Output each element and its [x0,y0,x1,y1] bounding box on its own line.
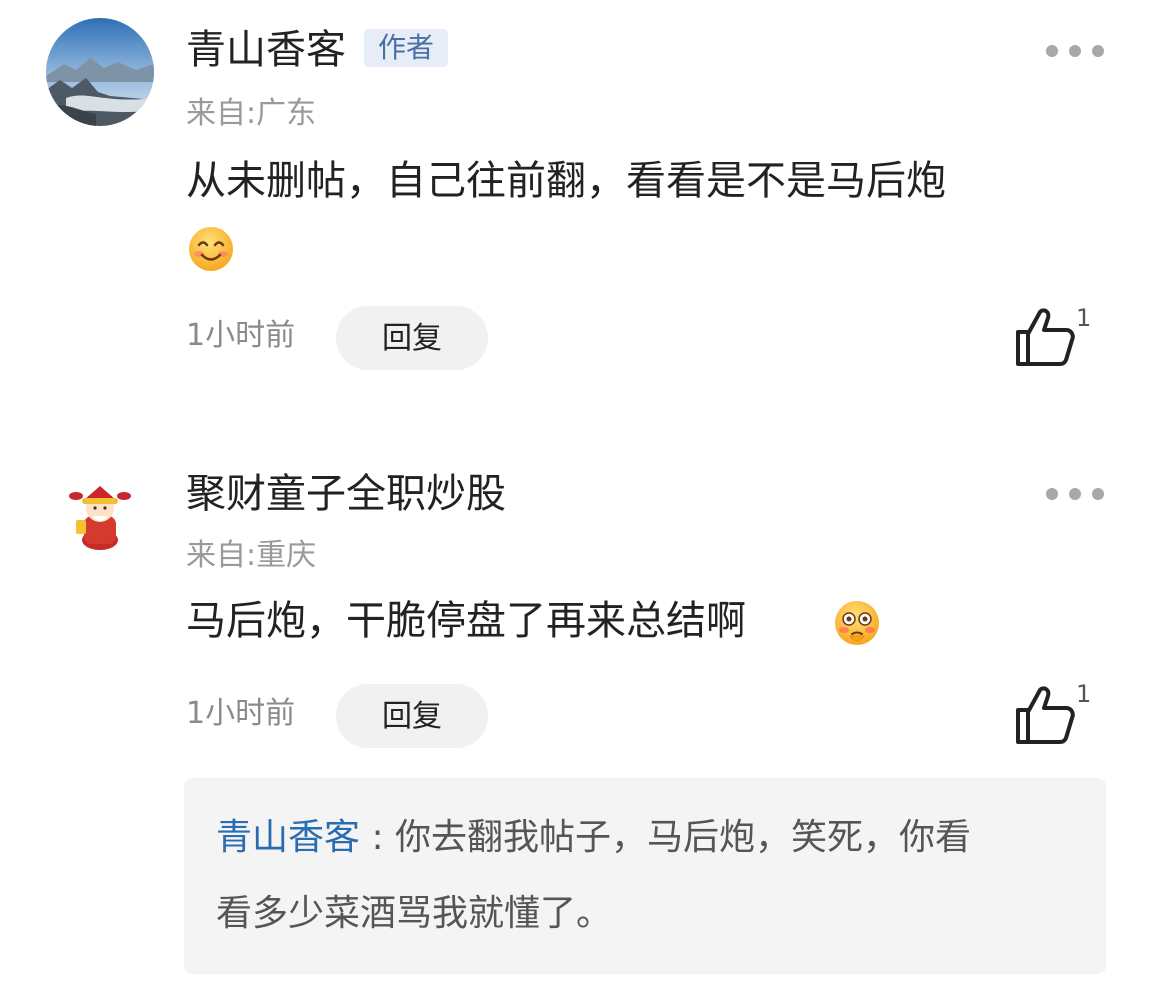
username[interactable]: 聚财童子全职炒股 [186,470,506,518]
avatar[interactable] [46,18,154,126]
sub-reply-box[interactable]: 青山香客 : 你去翻我帖子，马后炮，笑死，你看 看多少菜酒骂我就懂了。 [184,778,1106,974]
sub-reply-separator: : [360,817,396,858]
like-count: 1 [1076,680,1092,708]
god-of-wealth-avatar-image [69,486,131,550]
sub-reply-author[interactable]: 青山香客 [216,817,360,858]
avatar[interactable] [62,476,138,552]
timestamp: 1小时前 [186,318,296,353]
username-text[interactable]: 青山香客 [186,27,346,73]
flushed-face-emoji [834,600,880,646]
like-count: 1 [1076,304,1092,332]
username-text[interactable]: 聚财童子全职炒股 [186,471,506,517]
comment-text-body: 马后炮，干脆停盘了再来总结啊 [186,598,746,644]
like-button[interactable] [1010,680,1080,750]
author-badge: 作者 [364,29,449,67]
more-options-icon[interactable] [1046,43,1104,59]
location-text: 来自:重庆 [186,538,317,573]
sub-reply-text-2: 看多少菜酒骂我就懂了。 [216,893,613,934]
thumbs-up-icon [1016,686,1075,744]
timestamp: 1小时前 [186,696,296,731]
more-options-icon[interactable] [1046,486,1104,502]
comment-text: 马后炮，干脆停盘了再来总结啊 [186,596,746,646]
reply-button[interactable]: 回复 [336,684,488,748]
thumbs-up-icon [1016,308,1075,366]
comment-text: 从未删帖，自己往前翻，看看是不是马后炮 [186,158,946,204]
sub-reply-line: 青山香客 : 你去翻我帖子，马后炮，笑死，你看 [216,816,971,860]
like-button[interactable] [1010,302,1080,372]
location-text: 来自:广东 [186,96,317,131]
reply-button[interactable]: 回复 [336,306,488,370]
username[interactable]: 青山香客 作者 [186,26,449,74]
mountain-landscape-avatar-image [46,18,154,126]
sub-reply-line: 看多少菜酒骂我就懂了。 [216,892,612,936]
sub-reply-text-1: 你去翻我帖子，马后炮，笑死，你看 [395,817,972,858]
smiling-face-emoji [188,226,234,272]
comment-item: 青山香客 作者 来自:广东 从未删帖，自己往前翻，看看是不是马后炮 1小时前 回复 [0,0,1152,400]
